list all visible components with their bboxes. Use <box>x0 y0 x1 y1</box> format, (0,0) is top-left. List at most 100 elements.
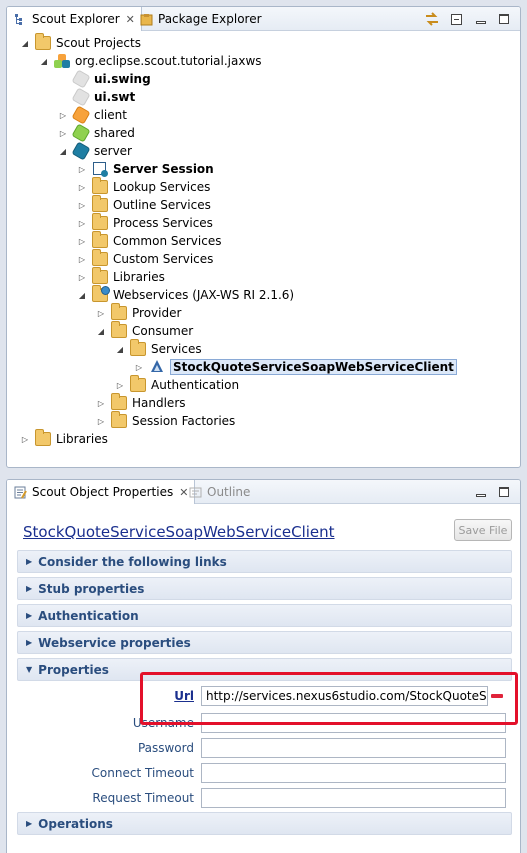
section-operations[interactable]: ▶ Operations <box>17 812 512 835</box>
tree-item[interactable]: ▷ Common Services <box>76 231 221 250</box>
collapsed-arrow-icon[interactable]: ▷ <box>19 433 31 445</box>
url-label-link[interactable]: Url <box>174 689 194 703</box>
section-label: Stub properties <box>38 581 145 596</box>
minimize-icon[interactable] <box>473 484 489 500</box>
folder-icon <box>92 231 108 248</box>
tree-item[interactable]: ▷ Libraries <box>76 267 165 286</box>
tree-item[interactable]: ▷ Custom Services <box>76 249 213 268</box>
expand-arrow-icon[interactable]: ◢ <box>114 343 126 355</box>
tab-label: Scout Object Properties <box>32 485 174 499</box>
folder-icon <box>111 321 127 338</box>
tree-item-label: Lookup Services <box>113 180 211 194</box>
collapsed-arrow-icon: ▶ <box>26 611 33 620</box>
tree-item-label: Handlers <box>132 396 186 410</box>
scout-project-icon <box>54 54 70 68</box>
properties-tabbar: Scout Object Properties ✕ Outline <box>7 480 520 504</box>
section-label: Webservice properties <box>38 635 191 650</box>
tree-item-label: ui.swt <box>94 90 136 104</box>
folder-icon <box>92 267 108 284</box>
tree-item[interactable]: ◢ server <box>57 141 132 161</box>
tree-item-selected[interactable]: ▷ StockQuoteServiceSoapWebServiceClient <box>133 358 457 376</box>
section-authentication[interactable]: ▶ Authentication <box>17 604 512 627</box>
webservice-client-icon <box>149 360 165 374</box>
collapsed-arrow-icon: ▶ <box>26 819 33 828</box>
tab-scout-object-properties[interactable]: Scout Object Properties ✕ <box>7 480 196 504</box>
folder-icon <box>92 213 108 230</box>
webservices-folder-icon <box>92 285 110 302</box>
section-properties[interactable]: ▼ Properties <box>17 658 512 681</box>
maximize-icon[interactable] <box>496 11 512 27</box>
tree-item[interactable]: ui.swing <box>57 69 151 89</box>
folder-icon <box>111 411 127 428</box>
tree-item[interactable]: ▷ shared <box>57 123 135 143</box>
expand-arrow-icon[interactable]: ◢ <box>57 145 69 157</box>
section-consider-links[interactable]: ▶ Consider the following links <box>17 550 512 573</box>
tab-scout-explorer[interactable]: Scout Explorer ✕ <box>7 7 142 31</box>
folder-icon <box>92 177 108 194</box>
tab-package-explorer[interactable]: Package Explorer <box>134 7 268 31</box>
tree-item[interactable]: ▷ Session Factories <box>95 411 235 430</box>
folder-icon <box>111 393 127 410</box>
collapsed-arrow-icon[interactable]: ▷ <box>76 271 88 283</box>
folder-icon <box>35 429 51 446</box>
collapsed-arrow-icon[interactable]: ▷ <box>133 361 145 373</box>
password-field[interactable] <box>201 738 506 758</box>
collapsed-arrow-icon[interactable]: ▷ <box>114 379 126 391</box>
section-stub-properties[interactable]: ▶ Stub properties <box>17 577 512 600</box>
minimize-icon[interactable] <box>473 11 489 27</box>
tab-outline[interactable]: Outline <box>183 480 256 504</box>
tree-item[interactable]: ▷ Server Session <box>76 160 214 178</box>
collapsed-arrow-icon[interactable]: ▷ <box>76 235 88 247</box>
collapsed-arrow-icon[interactable]: ▷ <box>95 307 107 319</box>
link-with-editor-icon[interactable] <box>424 11 440 27</box>
tree-item[interactable]: ▷ Libraries <box>19 429 108 448</box>
tree-item[interactable]: ▷ Outline Services <box>76 195 211 214</box>
collapsed-arrow-icon[interactable]: ▷ <box>57 109 69 121</box>
request-timeout-field[interactable] <box>201 788 506 808</box>
collapsed-arrow-icon[interactable]: ▷ <box>95 397 107 409</box>
expand-arrow-icon[interactable]: ◢ <box>19 37 31 49</box>
username-field[interactable] <box>201 713 506 733</box>
tree-item-label: server <box>94 144 132 158</box>
password-label: Password <box>137 741 194 755</box>
tree-item[interactable]: ui.swt <box>57 87 136 107</box>
collapsed-arrow-icon[interactable]: ▷ <box>76 253 88 265</box>
expand-arrow-icon[interactable]: ◢ <box>38 55 50 67</box>
folder-icon <box>111 303 127 320</box>
collapse-all-icon[interactable] <box>448 11 464 27</box>
tree-item[interactable]: ◢ Scout Projects <box>19 33 141 52</box>
tree-item[interactable]: ◢ Services <box>114 339 202 358</box>
expand-arrow-icon[interactable]: ◢ <box>95 325 107 337</box>
request-timeout-label: Request Timeout <box>92 791 194 805</box>
remove-icon[interactable] <box>491 694 503 698</box>
collapsed-arrow-icon[interactable]: ▷ <box>76 199 88 211</box>
tree-item[interactable]: ▷ Lookup Services <box>76 177 211 196</box>
save-file-button[interactable]: Save File <box>454 519 512 541</box>
folder-icon <box>130 339 146 356</box>
explorer-tabbar: Scout Explorer ✕ Package Explorer <box>7 7 520 31</box>
tree-item[interactable]: ◢ Webservices (JAX-WS RI 2.1.6) <box>76 285 294 304</box>
tree-item[interactable]: ▷ Process Services <box>76 213 213 232</box>
expand-arrow-icon[interactable]: ◢ <box>76 289 88 301</box>
url-field[interactable]: http://services.nexus6studio.com/StockQu… <box>201 686 488 706</box>
maximize-icon[interactable] <box>496 484 512 500</box>
folder-icon <box>35 33 51 50</box>
tree-item-label: Process Services <box>113 216 213 230</box>
tree-item[interactable]: ▷ Authentication <box>114 375 239 394</box>
collapsed-arrow-icon[interactable]: ▷ <box>76 181 88 193</box>
bundle-grey-icon <box>71 87 91 107</box>
tree-item[interactable]: ◢ Consumer <box>95 321 193 340</box>
collapsed-arrow-icon[interactable]: ▷ <box>76 163 88 175</box>
collapsed-arrow-icon[interactable]: ▷ <box>76 217 88 229</box>
collapsed-arrow-icon[interactable]: ▷ <box>95 415 107 427</box>
tree-item[interactable]: ◢ org.eclipse.scout.tutorial.jaxws <box>38 52 262 70</box>
bundle-orange-icon <box>71 105 91 125</box>
tree-item[interactable]: ▷ client <box>57 105 127 125</box>
folder-icon <box>92 195 108 212</box>
connect-timeout-field[interactable] <box>201 763 506 783</box>
section-webservice-properties[interactable]: ▶ Webservice properties <box>17 631 512 654</box>
tree-item[interactable]: ▷ Provider <box>95 303 181 322</box>
tree-item[interactable]: ▷ Handlers <box>95 393 186 412</box>
collapsed-arrow-icon[interactable]: ▷ <box>57 127 69 139</box>
page-title-link[interactable]: StockQuoteServiceSoapWebServiceClient <box>23 523 335 541</box>
